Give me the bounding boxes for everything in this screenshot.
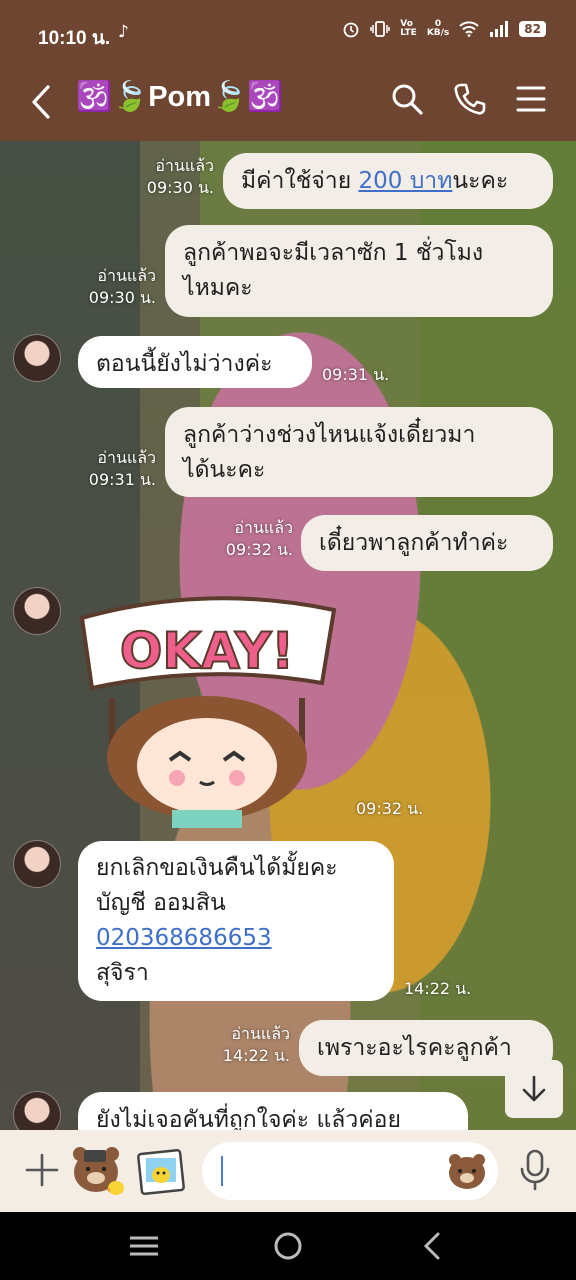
photo-icon[interactable] xyxy=(134,1146,186,1196)
message-time: 09:32 น. xyxy=(356,799,424,818)
chat-title[interactable]: 🕉️🍃Pom🍃🕉️ xyxy=(76,80,283,114)
message-bubble-incoming[interactable]: ยกเลิกขอเงินคืนได้มั้ยคะ บัญชี ออมสิน 02… xyxy=(78,841,394,1001)
message-meta: อ่านแล้ว 09:32 น. xyxy=(225,518,293,559)
account-number-link[interactable]: 020368686653 xyxy=(96,921,376,956)
message-meta: อ่านแล้ว 14:22 น. xyxy=(222,1024,290,1065)
message-bubble-incoming[interactable]: ยังไม่เจอคันที่ถูกใจค่ะ แล้วค่อย xyxy=(78,1092,468,1130)
text-cursor xyxy=(221,1156,223,1186)
back-icon[interactable] xyxy=(26,84,56,120)
nav-back-icon[interactable] xyxy=(412,1230,452,1262)
mic-icon[interactable] xyxy=(518,1148,552,1192)
vibrate-icon xyxy=(370,21,391,37)
chat-header: 🕉️🍃Pom🍃🕉️ xyxy=(0,66,576,141)
volte-icon: Vo LTE xyxy=(400,19,417,38)
network-speed: 0 KB/s xyxy=(426,19,450,38)
tiktok-icon: ♪ xyxy=(118,22,129,42)
home-icon[interactable] xyxy=(268,1230,308,1262)
status-bar: 10:10 น. ♪ Vo LTE 0 KB/s 82 xyxy=(0,0,576,66)
contact-avatar[interactable] xyxy=(13,587,61,635)
amount-link[interactable]: 200 บาท xyxy=(358,168,452,194)
message-time: 09:31 น. xyxy=(322,365,390,384)
scroll-to-bottom-button[interactable] xyxy=(505,1060,563,1118)
battery-indicator: 82 xyxy=(519,21,546,37)
wifi-icon xyxy=(459,21,479,37)
alarm-icon xyxy=(343,22,359,38)
message-bubble-incoming[interactable]: ตอนนี้ยังไม่ว่างค่ะ xyxy=(78,336,312,388)
search-icon[interactable] xyxy=(390,82,424,116)
message-input-bar xyxy=(0,1130,576,1212)
message-bubble-outgoing[interactable]: เดี๋ยวพาลูกค้าทำค่ะ xyxy=(301,515,553,571)
contact-avatar[interactable] xyxy=(13,334,61,382)
emoji-icon[interactable] xyxy=(447,1152,487,1190)
system-nav-bar xyxy=(0,1212,576,1280)
contact-avatar[interactable] xyxy=(13,840,61,888)
message-time: 14:22 น. xyxy=(404,979,472,998)
arrow-down-icon xyxy=(522,1075,546,1102)
message-bubble-outgoing[interactable]: ลูกค้าว่างช่วงไหนแจ้งเดี๋ยวมา ได้นะคะ xyxy=(165,407,553,497)
message-meta: อ่านแล้ว 09:30 น. xyxy=(146,156,214,197)
phone-icon[interactable] xyxy=(453,82,487,116)
recents-icon[interactable] xyxy=(124,1230,164,1262)
okay-sticker[interactable]: OKAY! xyxy=(72,588,342,828)
message-bubble-outgoing[interactable]: มีค่าใช้จ่าย 200 บาทนะคะ xyxy=(223,153,553,209)
message-meta: อ่านแล้ว 09:31 น. xyxy=(88,448,156,489)
top-bar: 10:10 น. ♪ Vo LTE 0 KB/s 82 🕉️🍃Pom🍃🕉️ xyxy=(0,0,576,141)
message-meta: อ่านแล้ว 09:30 น. xyxy=(88,266,156,307)
contact-avatar[interactable] xyxy=(13,1091,61,1130)
message-bubble-outgoing[interactable]: ลูกค้าพอจะมีเวลาซัก 1 ชั่วโมง ไหมคะ xyxy=(165,225,553,317)
menu-icon[interactable] xyxy=(514,82,548,116)
signal-icon xyxy=(490,21,509,37)
status-icons: Vo LTE 0 KB/s 82 xyxy=(342,20,546,38)
plus-icon[interactable] xyxy=(24,1152,60,1188)
sticker-icon[interactable] xyxy=(70,1142,126,1198)
chat-area[interactable]: อ่านแล้ว 09:30 น. มีค่าใช้จ่าย 200 บาทนะค… xyxy=(0,141,576,1130)
sticker-text: OKAY! xyxy=(120,622,294,680)
status-time: 10:10 น. xyxy=(38,28,111,49)
